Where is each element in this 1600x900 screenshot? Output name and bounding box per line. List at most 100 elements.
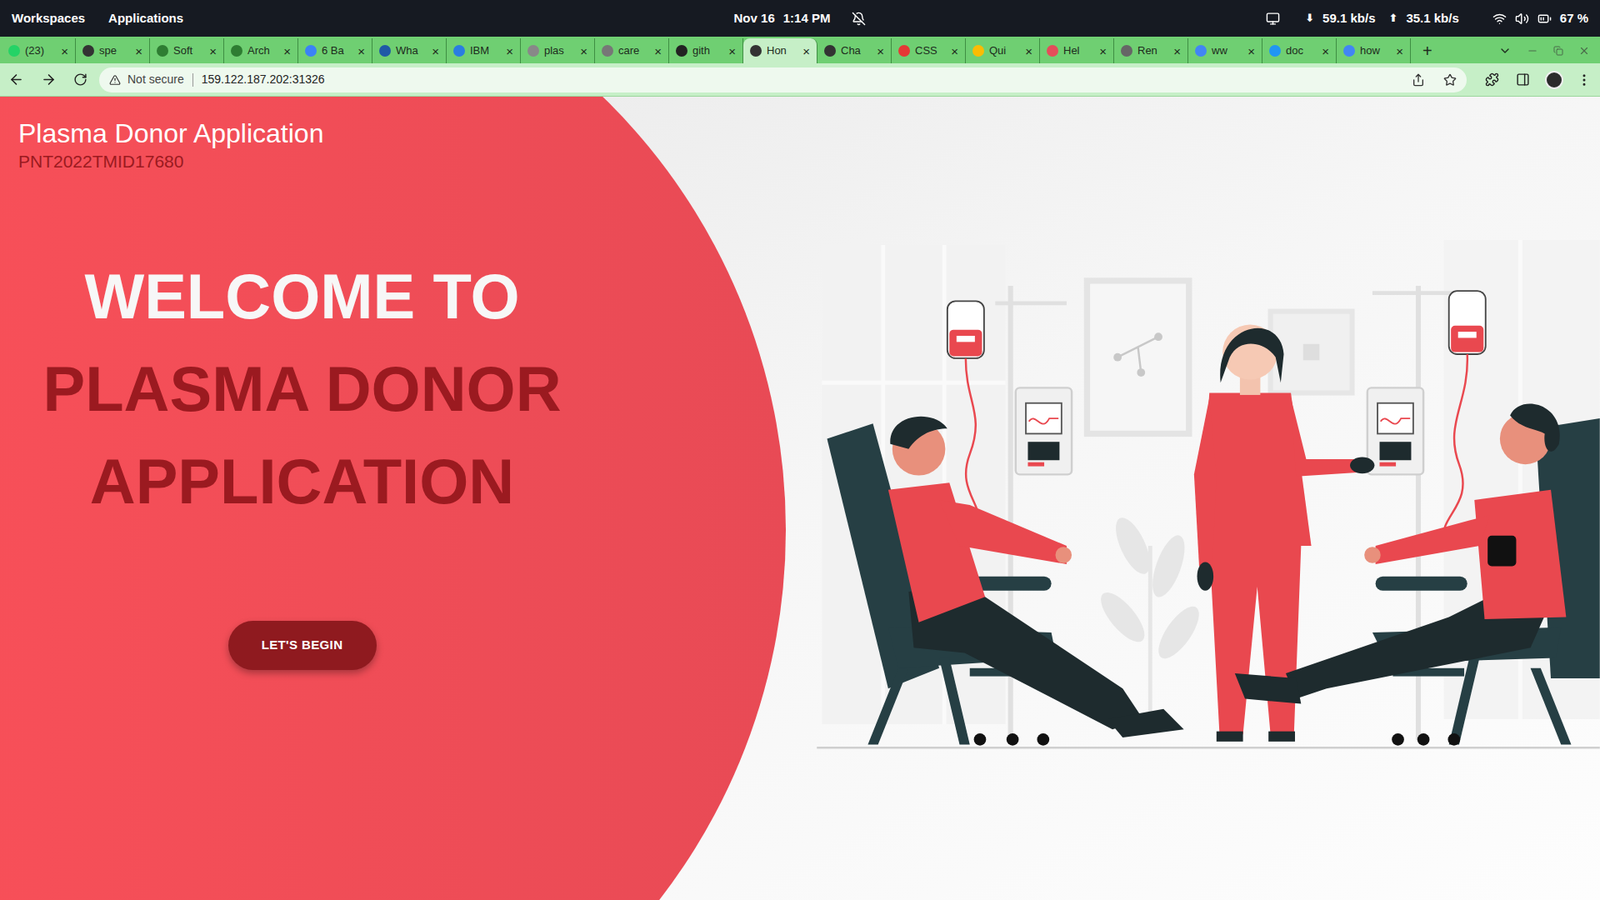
donor-right <box>1235 403 1567 704</box>
tab-close-button[interactable]: × <box>505 45 514 58</box>
tab-close-button[interactable]: × <box>209 45 217 58</box>
tab-close-button[interactable]: × <box>1173 45 1181 58</box>
tab-label: Qui <box>989 42 1020 60</box>
bell-off-icon[interactable] <box>851 11 866 26</box>
new-tab-button[interactable]: + <box>1410 38 1445 64</box>
browser-tab[interactable]: ww × <box>1188 38 1263 64</box>
tab-favicon-icon <box>898 45 910 57</box>
wifi-icon[interactable] <box>1492 11 1507 26</box>
hero-heading: WELCOME TOPLASMA DONORAPPLICATION <box>0 250 605 528</box>
tab-close-button[interactable]: × <box>431 45 440 58</box>
tab-close-button[interactable]: × <box>1025 45 1033 58</box>
tab-close-button[interactable]: × <box>950 45 959 58</box>
download-speed: 59.1 kb/s <box>1322 9 1375 29</box>
browser-tab[interactable]: doc× <box>1262 38 1337 64</box>
browser-tab[interactable]: how × <box>1336 38 1411 64</box>
monitor-left <box>1015 387 1072 475</box>
chair-left <box>826 423 1056 746</box>
address-field[interactable]: Not secure 159.122.187.202:31326 <box>99 67 1467 93</box>
browser-tab[interactable]: Hel × <box>1040 38 1115 64</box>
browser-tab[interactable]: 6 Ba× <box>298 38 373 64</box>
tab-favicon-icon <box>972 45 985 57</box>
browser-tab[interactable]: Soft × <box>150 38 225 64</box>
tab-close-button[interactable]: × <box>1395 45 1404 58</box>
browser-tab[interactable]: CSS × <box>891 38 966 64</box>
security-label[interactable]: Not secure <box>127 70 185 89</box>
tab-label: Hel <box>1063 42 1095 60</box>
heading-line: PLASMA DONOR <box>42 342 561 435</box>
tab-favicon-icon <box>750 45 762 57</box>
browser-tab[interactable]: Qui × <box>965 38 1040 64</box>
tab-label: Wha <box>395 42 427 60</box>
tab-label: care <box>618 42 650 60</box>
lets-begin-button[interactable]: LET'S BEGIN <box>228 620 377 670</box>
tab-label: (23) <box>25 42 56 60</box>
share-icon[interactable] <box>1411 73 1425 87</box>
clock-date[interactable]: Nov 16 <box>734 9 775 29</box>
tab-close-button[interactable]: × <box>1247 45 1255 58</box>
browser-tab[interactable]: (23) × <box>1 38 76 64</box>
tab-close-button[interactable]: × <box>580 45 588 58</box>
system-bar: Workspaces Applications Nov 16 1:14 PM ⬇ 59.1… <box>0 0 1600 37</box>
clock-time[interactable]: 1:14 PM <box>783 9 831 29</box>
url-text[interactable]: 159.122.187.202:31326 <box>201 70 1405 89</box>
monitor-right <box>1367 387 1424 475</box>
menu-icon[interactable] <box>1576 72 1592 88</box>
tab-close-button[interactable]: × <box>802 45 810 58</box>
tab-close-button[interactable]: × <box>1321 45 1330 58</box>
browser-tab[interactable]: Hon× <box>743 38 818 64</box>
upload-arrow: ⬆ <box>1389 10 1399 27</box>
tab-close-button[interactable]: × <box>357 45 365 58</box>
tab-favicon-icon <box>601 45 614 57</box>
side-panel-icon[interactable] <box>1515 72 1530 87</box>
close-window-icon[interactable] <box>1578 45 1590 57</box>
browser-tab[interactable]: Cha× <box>817 38 892 64</box>
browser-tab[interactable]: IBM× <box>446 38 521 64</box>
tab-label: Arch <box>247 42 279 60</box>
bookmark-star-icon[interactable] <box>1443 73 1457 87</box>
tab-close-button[interactable]: × <box>283 45 291 58</box>
browser-tab[interactable]: Wha × <box>372 38 447 64</box>
browser-tab[interactable]: plas× <box>520 38 595 64</box>
minimize-icon[interactable] <box>1526 45 1539 57</box>
download-arrow: ⬇ <box>1305 10 1315 27</box>
tab-close-button[interactable]: × <box>60 45 69 58</box>
browser-tab[interactable]: Arch × <box>224 38 299 64</box>
brand-title[interactable]: Plasma Donor Application <box>18 116 605 150</box>
restore-icon[interactable] <box>1553 45 1564 56</box>
tab-close-button[interactable]: × <box>876 45 885 58</box>
tab-close-button[interactable]: × <box>1099 45 1107 58</box>
forward-icon[interactable] <box>40 71 57 88</box>
donation-illustration <box>816 240 1600 765</box>
workspaces-menu[interactable]: Workspaces <box>11 9 85 29</box>
tab-close-button[interactable]: × <box>135 45 143 58</box>
tab-favicon-icon <box>82 45 95 57</box>
browser-tab[interactable]: care × <box>595 38 670 64</box>
tab-favicon-icon <box>675 45 688 57</box>
upload-speed: 35.1 kb/s <box>1405 9 1459 29</box>
applications-menu[interactable]: Applications <box>108 9 184 29</box>
tab-favicon-icon <box>527 45 540 57</box>
screen-icon[interactable] <box>1265 11 1280 26</box>
warning-icon <box>109 74 121 86</box>
browser-tab[interactable]: spe× <box>75 38 150 64</box>
browser-tab[interactable]: Ren× <box>1114 38 1189 64</box>
tab-close-button[interactable]: × <box>654 45 662 58</box>
extensions-icon[interactable] <box>1485 72 1500 87</box>
background-decor <box>816 240 1600 748</box>
tab-label: ww <box>1211 42 1243 60</box>
tab-label: CSS <box>915 42 946 60</box>
browser-tab[interactable]: gith× <box>669 38 744 64</box>
battery-icon[interactable] <box>1537 11 1552 26</box>
tab-close-button[interactable]: × <box>728 45 736 58</box>
back-icon[interactable] <box>8 71 25 88</box>
volume-icon[interactable] <box>1515 11 1530 26</box>
tab-favicon-icon <box>230 45 243 57</box>
tab-favicon-icon <box>824 45 836 57</box>
tab-label: how <box>1360 42 1391 60</box>
tab-search-icon[interactable] <box>1498 44 1512 58</box>
reload-icon[interactable] <box>73 72 88 87</box>
tab-favicon-icon <box>379 45 391 57</box>
avatar-icon[interactable] <box>1545 70 1564 90</box>
tab-label: Soft <box>173 42 205 60</box>
